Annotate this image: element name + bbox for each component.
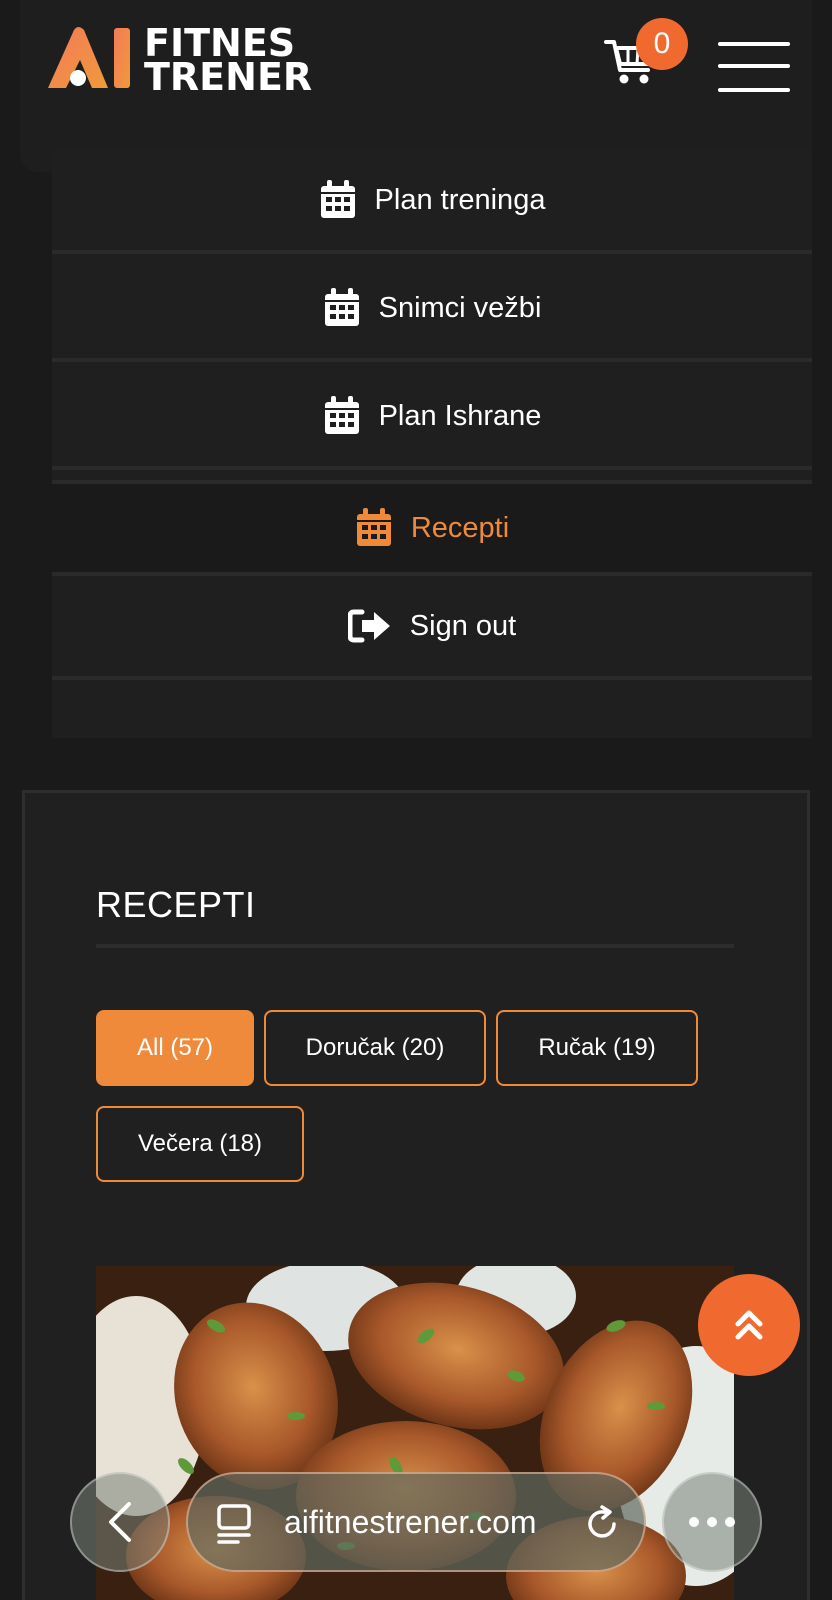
chevron-left-icon	[109, 1502, 131, 1542]
logo-mark-icon	[48, 27, 130, 88]
filter-rucak-button[interactable]: Ručak (19)	[496, 1010, 698, 1086]
tab-overview-icon	[217, 1504, 251, 1544]
nav-menu: Plan treninga Snimci vežbi Plan Ishrane	[52, 150, 812, 738]
nav-item-plan-treninga[interactable]: Plan treninga	[52, 150, 812, 254]
nav-item-label: Sign out	[409, 609, 517, 642]
filter-dorucak-button[interactable]: Doručak (20)	[264, 1010, 486, 1086]
cart-count-badge: 0	[636, 18, 688, 70]
url-text: aifitnestrener.com	[284, 1504, 537, 1540]
sign-out-icon	[347, 609, 390, 643]
address-bar[interactable]: aifitnestrener.com	[186, 1472, 646, 1572]
menu-toggle-button[interactable]	[718, 40, 792, 94]
calendar-icon	[356, 508, 391, 546]
logo-text: FITNES TRENER	[144, 21, 313, 99]
nav-item-snimci-vezbi[interactable]: Snimci vežbi	[52, 258, 812, 362]
nav-item-plan-ishrane[interactable]: Plan Ishrane	[52, 366, 812, 470]
filter-vecera-button[interactable]: Večera (18)	[96, 1106, 304, 1182]
nav-item-label: Plan treninga	[374, 183, 546, 216]
page-title: RECEPTI	[96, 884, 256, 925]
nav-item-label: Plan Ishrane	[378, 399, 542, 432]
filter-all-button[interactable]: All (57)	[96, 1010, 254, 1086]
calendar-icon	[320, 180, 355, 218]
nav-item-recepti[interactable]: Recepti	[52, 480, 812, 576]
calendar-icon	[324, 396, 359, 434]
site-logo[interactable]: FITNES TRENER	[44, 21, 324, 99]
title-divider	[96, 944, 734, 948]
reload-icon[interactable]	[582, 1504, 622, 1544]
nav-item-label: Recepti	[410, 511, 510, 544]
nav-item-sign-out[interactable]: Sign out	[52, 576, 812, 680]
calendar-icon	[324, 288, 359, 326]
scroll-to-top-button[interactable]	[698, 1274, 800, 1376]
browser-more-button[interactable]	[662, 1472, 762, 1572]
double-chevron-up-icon	[735, 1310, 763, 1340]
more-dots-icon	[689, 1517, 735, 1527]
nav-item-label: Snimci vežbi	[378, 291, 542, 324]
browser-back-button[interactable]	[70, 1472, 170, 1572]
